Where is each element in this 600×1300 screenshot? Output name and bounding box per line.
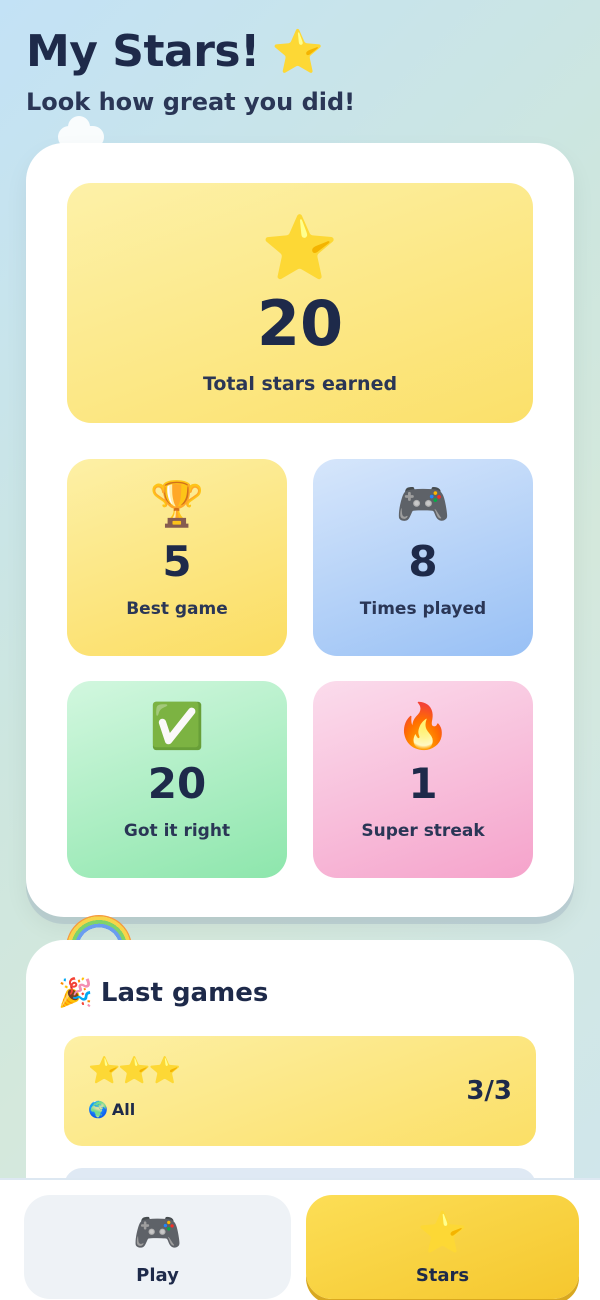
last-games-heading: 🎉 Last games — [58, 978, 268, 1008]
play-tab-label: Play — [136, 1265, 179, 1286]
total-stars-tile: ⭐ 20 Total stars earned — [67, 183, 533, 423]
trophy-icon: 🏆 — [149, 479, 205, 530]
game-controller-icon: 🎮 — [132, 1210, 183, 1256]
check-mark-icon: ✅ — [149, 701, 205, 752]
page-subtitle: Look how great you did! — [26, 88, 356, 116]
page-header: My Stars! ⭐ — [26, 26, 324, 77]
star-icon: ⭐ — [271, 26, 324, 76]
star-icon: ⭐ — [261, 211, 339, 284]
fire-icon: 🔥 — [395, 701, 451, 752]
best-game-tile: 🏆 5 Best game — [67, 459, 287, 656]
super-streak-label: Super streak — [361, 821, 485, 841]
star-icon: ⭐ — [417, 1210, 468, 1256]
bottom-navigation: 🎮 Play ⭐ Stars — [0, 1178, 600, 1300]
game-category-label: All — [111, 1100, 136, 1119]
stats-card: ⭐ 20 Total stars earned 🏆 5 Best game 🎮 … — [26, 143, 574, 917]
super-streak-value: 1 — [408, 759, 438, 808]
best-game-value: 5 — [162, 537, 192, 586]
game-score: 3/3 — [466, 1076, 512, 1106]
game-category: 🌍 All — [88, 1100, 135, 1119]
globe-icon: 🌍 — [88, 1100, 108, 1119]
times-played-tile: 🎮 8 Times played — [313, 459, 533, 656]
times-played-value: 8 — [408, 537, 438, 586]
total-stars-label: Total stars earned — [202, 373, 398, 395]
got-it-right-tile: ✅ 20 Got it right — [67, 681, 287, 878]
times-played-label: Times played — [359, 599, 487, 619]
got-it-right-label: Got it right — [123, 821, 231, 841]
super-streak-tile: 🔥 1 Super streak — [313, 681, 533, 878]
game-history-row[interactable]: ⭐⭐⭐ 🌍 All 3/3 — [64, 1036, 536, 1146]
best-game-label: Best game — [126, 599, 228, 619]
game-controller-icon: 🎮 — [395, 479, 451, 530]
stars-rating-icon: ⭐⭐⭐ — [88, 1056, 181, 1086]
party-popper-icon: 🎉 — [58, 976, 93, 1009]
last-games-title: Last games — [100, 978, 269, 1008]
stars-tab-label: Stars — [415, 1265, 470, 1286]
total-stars-value: 20 — [256, 287, 344, 360]
got-it-right-value: 20 — [147, 759, 207, 808]
page-title: My Stars! — [26, 26, 260, 77]
play-tab-button[interactable]: 🎮 Play — [24, 1195, 291, 1299]
stars-tab-button[interactable]: ⭐ Stars — [306, 1195, 579, 1299]
